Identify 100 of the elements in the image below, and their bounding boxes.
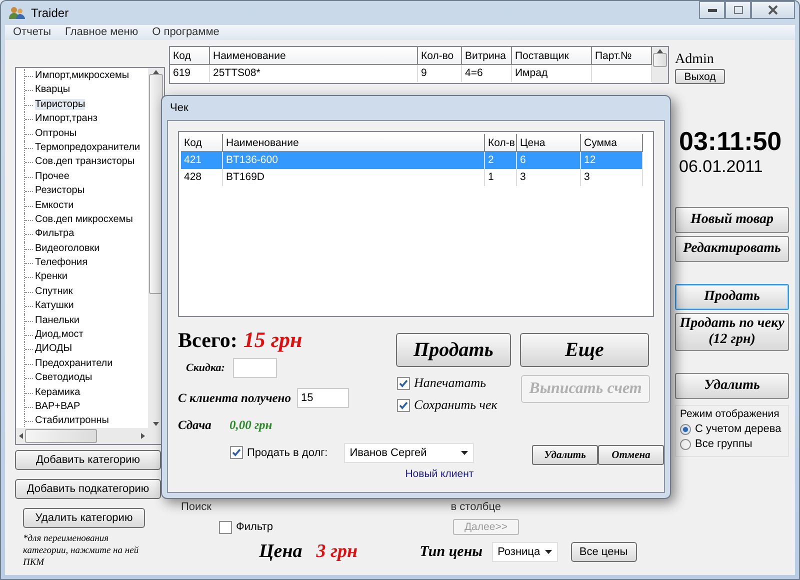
table-cell: 12 xyxy=(581,152,643,169)
cancel-button[interactable]: Отмена xyxy=(598,445,664,465)
discount-field[interactable] xyxy=(232,358,277,378)
column-header[interactable]: Кол-в xyxy=(485,134,517,152)
received-field[interactable]: 15 xyxy=(297,388,349,408)
tree-item[interactable]: Светодиоды xyxy=(35,372,92,384)
menu-item[interactable]: О программе xyxy=(152,26,220,38)
delete-button[interactable]: Удалить xyxy=(532,445,598,465)
table-cell: Имрад xyxy=(512,65,592,82)
horizontal-scrollbar[interactable] xyxy=(16,428,148,444)
menu-item[interactable]: Главное меню xyxy=(65,26,138,38)
column-header[interactable]: Кол-во xyxy=(418,47,462,65)
column-header[interactable]: Парт.№ xyxy=(592,47,652,65)
maximize-button[interactable] xyxy=(725,1,751,19)
column-header[interactable]: Витрина xyxy=(462,47,512,65)
table-cell: 421 xyxy=(181,152,223,169)
hint-text: *для переименования категории, нажмите на ней ПКМ xyxy=(22,533,140,569)
tree-item[interactable]: ВАР+ВАР xyxy=(35,400,80,412)
action-button[interactable]: Новый товар xyxy=(675,207,789,233)
tree-item[interactable]: Прочее xyxy=(35,170,70,182)
tree-item[interactable]: Предохранители xyxy=(35,358,113,369)
scroll-up-arrow-icon[interactable] xyxy=(657,49,663,53)
checkbox[interactable] xyxy=(397,398,410,412)
more-button[interactable]: Еще xyxy=(520,333,649,367)
window-title: Traider xyxy=(31,6,69,20)
tree-item[interactable]: Спутник xyxy=(35,286,73,297)
category-button[interactable]: Добавить подкатегорию xyxy=(15,479,161,499)
table-cell: 6 xyxy=(517,152,581,169)
new-client-link[interactable]: Новый клиент xyxy=(405,468,474,480)
price-value: 3 грн xyxy=(316,541,358,563)
radio-button[interactable] xyxy=(680,438,691,450)
tree-item[interactable]: Импорт,транз xyxy=(35,113,98,124)
checkmark-icon xyxy=(232,448,241,457)
tree-item[interactable]: Керамика xyxy=(35,386,80,398)
tree-item[interactable]: Фильтра xyxy=(35,228,74,240)
tree-item[interactable]: Сов.деп микросхемы xyxy=(35,214,133,225)
change-label: Сдача xyxy=(178,418,212,433)
table-cell: 3 xyxy=(581,169,643,186)
client-select[interactable]: Иванов Сергей xyxy=(344,443,474,463)
column-header[interactable]: Код xyxy=(181,134,223,152)
action-button[interactable]: Редактировать xyxy=(675,236,789,262)
tree-item[interactable]: Кварцы xyxy=(35,84,70,96)
checkbox[interactable] xyxy=(219,520,232,534)
maximize-icon xyxy=(734,6,742,14)
tree-item[interactable]: Термопредохранители xyxy=(35,142,140,153)
action-button[interactable]: Удалить xyxy=(675,373,789,399)
column-header[interactable]: Поставщик xyxy=(512,47,592,65)
table-cell: 619 xyxy=(170,65,210,82)
tree-item[interactable]: Видеоголовки xyxy=(35,242,100,254)
tree-item[interactable]: Диод,мост xyxy=(35,329,84,340)
scroll-right-arrow-icon[interactable] xyxy=(141,433,145,439)
table-cell: 428 xyxy=(181,169,223,186)
tree-item[interactable]: Катушки xyxy=(35,300,74,312)
column-label: в столбце xyxy=(450,501,501,513)
tree-item[interactable]: Сов.деп транзисторы xyxy=(35,156,135,168)
tree-item[interactable]: Импорт,микросхемы xyxy=(35,70,130,81)
category-button[interactable]: Удалить категорию xyxy=(23,508,145,528)
column-header[interactable]: Цена xyxy=(517,134,581,152)
logout-button[interactable]: Выход xyxy=(675,69,725,84)
column-header[interactable]: Сумма xyxy=(581,134,643,152)
minimize-icon xyxy=(708,8,716,12)
group-title: Режим отображения xyxy=(680,408,780,420)
tree-item[interactable]: Оптроны xyxy=(35,128,77,139)
tree-item[interactable]: Кренки xyxy=(35,271,68,282)
checkbox[interactable] xyxy=(230,446,243,459)
scroll-down-arrow-icon[interactable] xyxy=(153,422,159,426)
clock-date: 06.01.2011 xyxy=(679,157,764,177)
sell-button[interactable]: Продать xyxy=(396,333,511,367)
tree-item[interactable]: Емкости xyxy=(35,200,74,211)
table-cell: 25TTS08* xyxy=(210,65,418,82)
all-prices-button[interactable]: Все цены xyxy=(570,542,637,562)
column-header[interactable]: Код xyxy=(170,47,210,65)
scroll-left-arrow-icon[interactable] xyxy=(19,433,23,439)
filter-label: Фильтр xyxy=(236,521,273,533)
radio-label: Все группы xyxy=(695,438,752,450)
price-type-label: Тип цены xyxy=(420,544,483,560)
table-cell: 2 xyxy=(485,152,517,169)
table-cell: BT136-600 xyxy=(223,152,485,169)
tree-item[interactable]: Стабилитронны xyxy=(35,415,109,426)
action-button[interactable]: Продать xyxy=(675,284,789,310)
minimize-button[interactable] xyxy=(699,1,725,19)
menu-item[interactable]: Отчеты xyxy=(13,26,52,38)
vertical-scrollbar[interactable] xyxy=(652,47,668,83)
action-button[interactable]: Продать по чеку (12 грн) xyxy=(675,313,789,351)
table-cell: 9 xyxy=(418,65,462,82)
radio-button[interactable] xyxy=(680,424,691,434)
category-button[interactable]: Добавить категорию xyxy=(15,450,161,470)
checkbox[interactable] xyxy=(397,376,410,390)
scroll-up-arrow-icon[interactable] xyxy=(153,70,159,74)
tree-item[interactable]: Резисторы xyxy=(35,185,85,196)
price-label: Цена xyxy=(259,541,302,563)
price-type-select[interactable]: Розница xyxy=(492,542,558,562)
column-header[interactable]: Наименование xyxy=(210,47,418,65)
tree-item[interactable]: ДИОДЫ xyxy=(35,343,72,354)
total-value: 15 грн xyxy=(243,327,302,353)
tree-item[interactable]: Панельки xyxy=(35,314,80,326)
tree-item[interactable]: Тиристоры xyxy=(35,98,86,110)
close-button[interactable] xyxy=(751,1,795,19)
column-header[interactable]: Наименование xyxy=(223,134,485,152)
tree-item[interactable]: Телефония xyxy=(35,257,88,268)
